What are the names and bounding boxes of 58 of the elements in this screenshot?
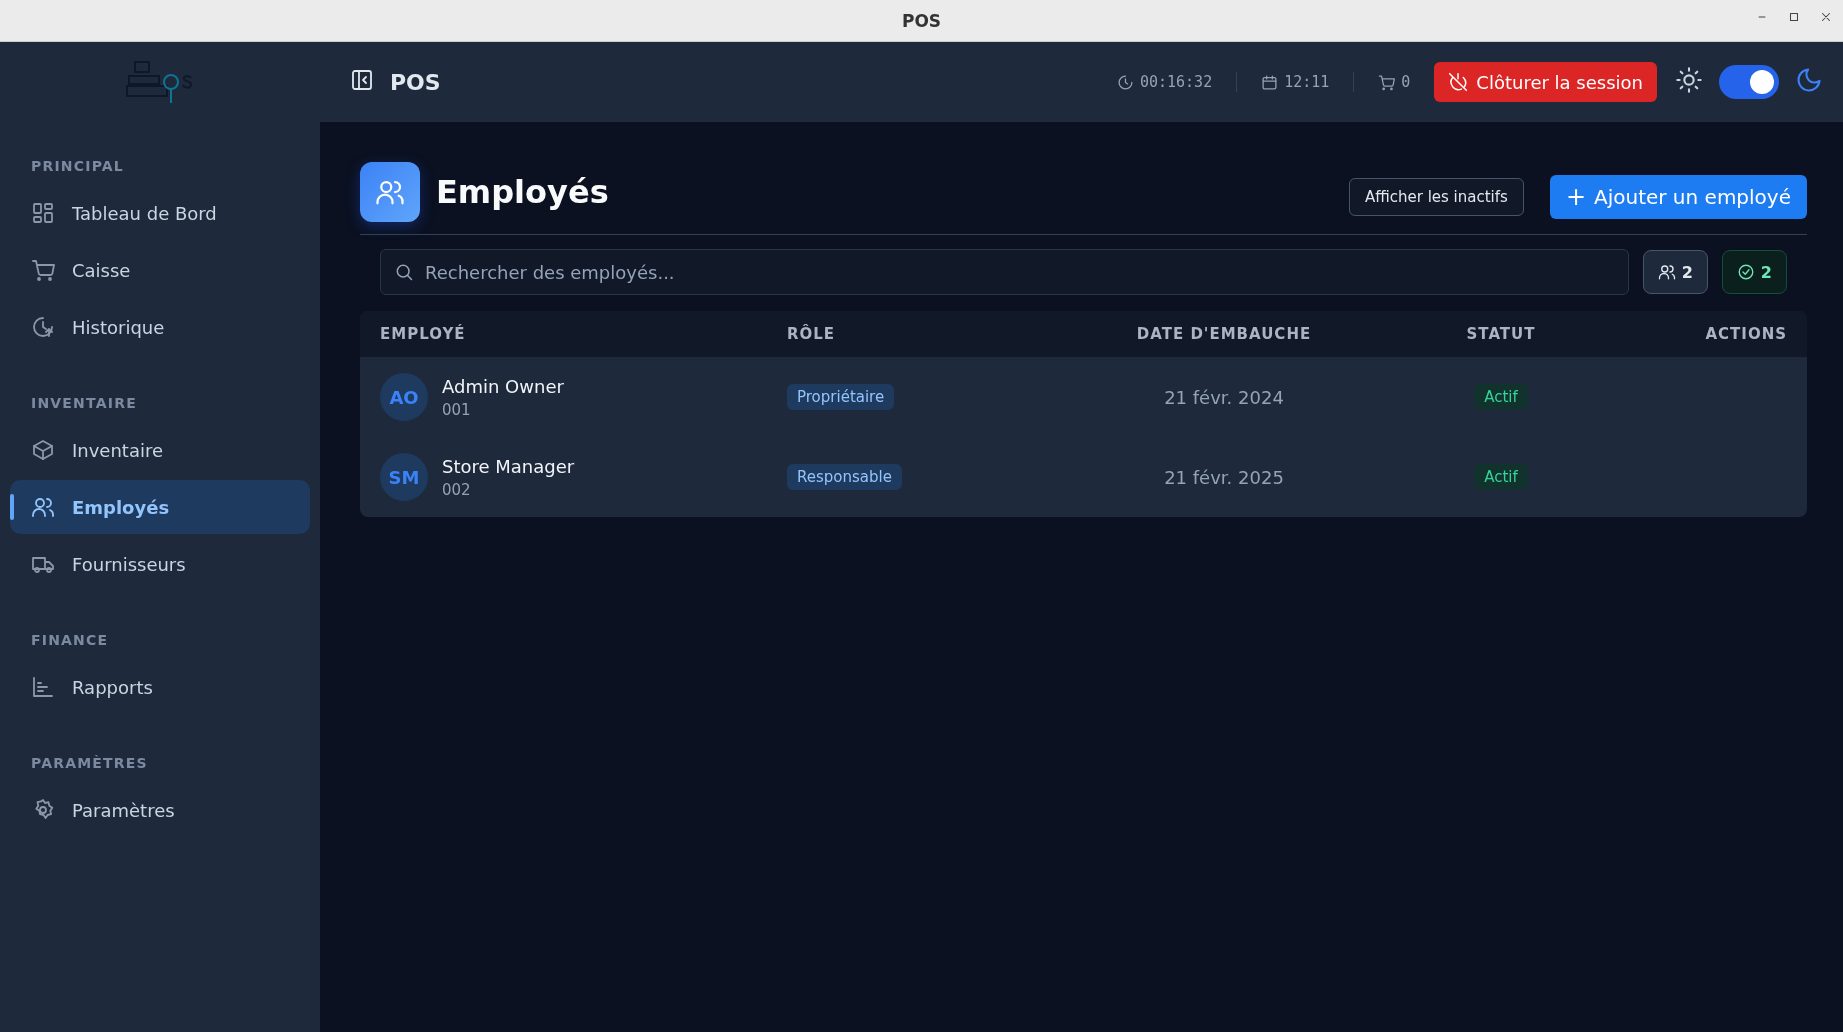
session-timer: 00:16:32	[1139, 73, 1213, 91]
app-title: POS	[390, 69, 442, 95]
logo-drawing	[125, 60, 195, 104]
sidebar-item[interactable]: Inventaire	[10, 423, 310, 477]
users-icon	[31, 495, 55, 519]
column-header: RÔLE	[787, 325, 837, 343]
sidebar-item[interactable]: Fournisseurs	[10, 537, 310, 591]
role-badge: Responsable	[787, 464, 902, 490]
cart-icon	[31, 258, 55, 282]
avatar: AO	[380, 373, 428, 421]
avatar: SM	[380, 453, 428, 501]
employee-code: 002	[442, 480, 472, 499]
column-header: EMPLOYÉ	[380, 325, 467, 343]
timer-icon	[1116, 73, 1134, 91]
clock-text: 12:11	[1284, 73, 1330, 91]
page-title: Employés	[436, 173, 610, 211]
search-field[interactable]: Rechercher des employés...	[380, 249, 1629, 295]
status-badge: Actif	[1474, 384, 1528, 410]
users-icon	[1657, 263, 1676, 281]
add-employee-button[interactable]: + Ajouter un employé	[1549, 175, 1807, 219]
grid-icon	[31, 201, 55, 225]
power-off-icon	[1448, 72, 1469, 92]
sidebar-item[interactable]: Employés	[10, 480, 310, 534]
section-heading: PARAMÈTRES	[30, 755, 149, 771]
section-heading: INVENTAIRE	[30, 395, 138, 411]
close-session-button[interactable]: Clôturer la session	[1434, 62, 1657, 102]
column-header: STATUT	[1465, 325, 1537, 343]
column-header: DATE D'EMBAUCHE	[1135, 325, 1313, 343]
sidebar-item[interactable]: Paramètres	[10, 783, 310, 837]
role-badge: Propriétaire	[787, 384, 895, 410]
employee-count-badge[interactable]: 2	[1642, 250, 1708, 294]
check-circle-icon	[1736, 263, 1755, 281]
calendar-icon	[1261, 73, 1279, 91]
column-header: ACTIONS	[1704, 325, 1787, 343]
cart-icon	[1378, 73, 1396, 91]
employee-name: Admin Owner	[442, 375, 564, 397]
sidebar-item[interactable]: Rapports	[10, 660, 310, 714]
hire-date: 21 févr. 2025	[1163, 466, 1285, 488]
sidebar-item[interactable]: Historique	[10, 300, 310, 354]
active-count-badge[interactable]: 2	[1721, 250, 1787, 294]
close-icon	[1819, 10, 1833, 24]
box-icon	[31, 438, 55, 462]
employee-code: 001	[442, 400, 472, 419]
maximize-icon	[1787, 10, 1801, 24]
hire-date: 21 févr. 2024	[1163, 386, 1285, 408]
chart-icon	[31, 675, 55, 699]
moon-icon	[1795, 66, 1823, 94]
sidebar-item[interactable]: Tableau de Bord	[10, 186, 310, 240]
sun-icon	[1675, 66, 1703, 94]
theme-switch[interactable]	[1719, 65, 1779, 99]
status-badge: Actif	[1474, 464, 1528, 490]
window-title: POS	[901, 10, 942, 31]
section-heading: FINANCE	[30, 632, 110, 648]
sidebar-item[interactable]: Caisse	[10, 243, 310, 297]
clock-icon	[31, 315, 55, 339]
employee-name: Store Manager	[442, 455, 575, 477]
cart-count: 0	[1401, 73, 1411, 91]
section-heading: PRINCIPAL	[30, 158, 125, 174]
